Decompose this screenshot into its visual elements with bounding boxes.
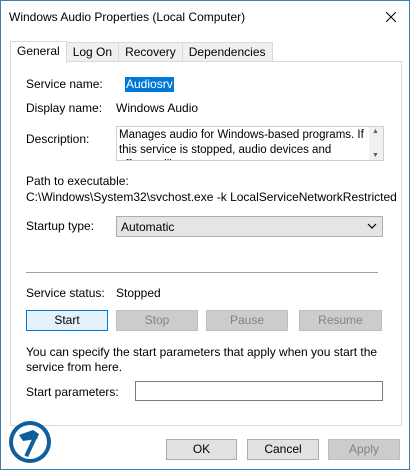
start-button[interactable]: Start xyxy=(26,310,108,331)
description-value: Manages audio for Windows-based programs… xyxy=(119,129,364,160)
cancel-button[interactable]: Cancel xyxy=(247,439,319,460)
description-label: Description: xyxy=(26,132,90,146)
pause-button[interactable]: Pause xyxy=(206,310,288,331)
service-name-label: Service name: xyxy=(26,77,103,91)
chevron-down-icon xyxy=(367,223,377,229)
scroll-up-icon[interactable]: ▲ xyxy=(372,128,379,135)
apply-button[interactable]: Apply xyxy=(328,439,400,460)
ok-button[interactable]: OK xyxy=(166,439,237,460)
resume-button[interactable]: Resume xyxy=(299,310,382,331)
close-button[interactable] xyxy=(381,7,401,27)
stop-button[interactable]: Stop xyxy=(116,310,198,331)
path-label: Path to executable: xyxy=(26,174,129,188)
hammer-logo-icon xyxy=(9,421,51,463)
service-status-value: Stopped xyxy=(116,286,161,300)
tab-strip: General Log On Recovery Dependencies xyxy=(10,41,273,63)
scroll-down-icon[interactable]: ▼ xyxy=(372,152,379,159)
startup-type-value: Automatic xyxy=(121,220,175,234)
separator xyxy=(26,272,378,273)
properties-window: Windows Audio Properties (Local Computer… xyxy=(0,0,410,470)
close-icon xyxy=(386,12,396,22)
start-params-info: You can specify the start parameters tha… xyxy=(26,345,378,374)
window-title: Windows Audio Properties (Local Computer… xyxy=(9,10,246,24)
description-box[interactable]: Manages audio for Windows-based programs… xyxy=(116,126,384,161)
tab-recovery[interactable]: Recovery xyxy=(118,42,183,63)
start-params-label: Start parameters: xyxy=(26,385,119,399)
title-bar[interactable]: Windows Audio Properties (Local Computer… xyxy=(1,1,409,33)
general-panel: Service name: Audiosrv Display name: Win… xyxy=(10,61,402,426)
display-name-label: Display name: xyxy=(26,101,103,115)
service-status-label: Service status: xyxy=(26,286,105,300)
startup-type-dropdown[interactable]: Automatic xyxy=(116,216,383,237)
tab-general[interactable]: General xyxy=(10,41,67,63)
tab-dependencies[interactable]: Dependencies xyxy=(181,42,273,63)
description-scrollbar[interactable]: ▲ ▼ xyxy=(369,127,383,160)
path-value: C:\Windows\System32\svchost.exe -k Local… xyxy=(26,190,397,204)
tab-log-on[interactable]: Log On xyxy=(65,42,120,63)
startup-type-label: Startup type: xyxy=(26,219,95,233)
display-name-value: Windows Audio xyxy=(116,101,199,115)
service-name-value[interactable]: Audiosrv xyxy=(125,77,174,92)
start-params-input[interactable] xyxy=(135,381,383,401)
